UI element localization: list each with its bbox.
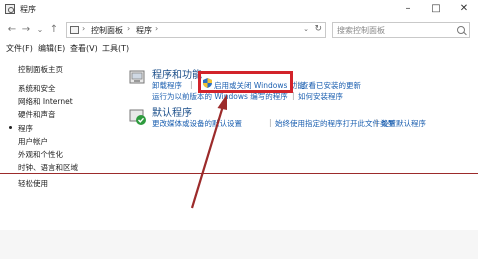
annotation-arrow bbox=[190, 94, 227, 209]
window-bottom-area bbox=[0, 230, 478, 259]
control-panel-window: 程序 – □ ✕ ← → ⌄ ↑ › 控制面板 › 程序 › ⌄ ↻ 搜索控制面… bbox=[0, 0, 478, 259]
